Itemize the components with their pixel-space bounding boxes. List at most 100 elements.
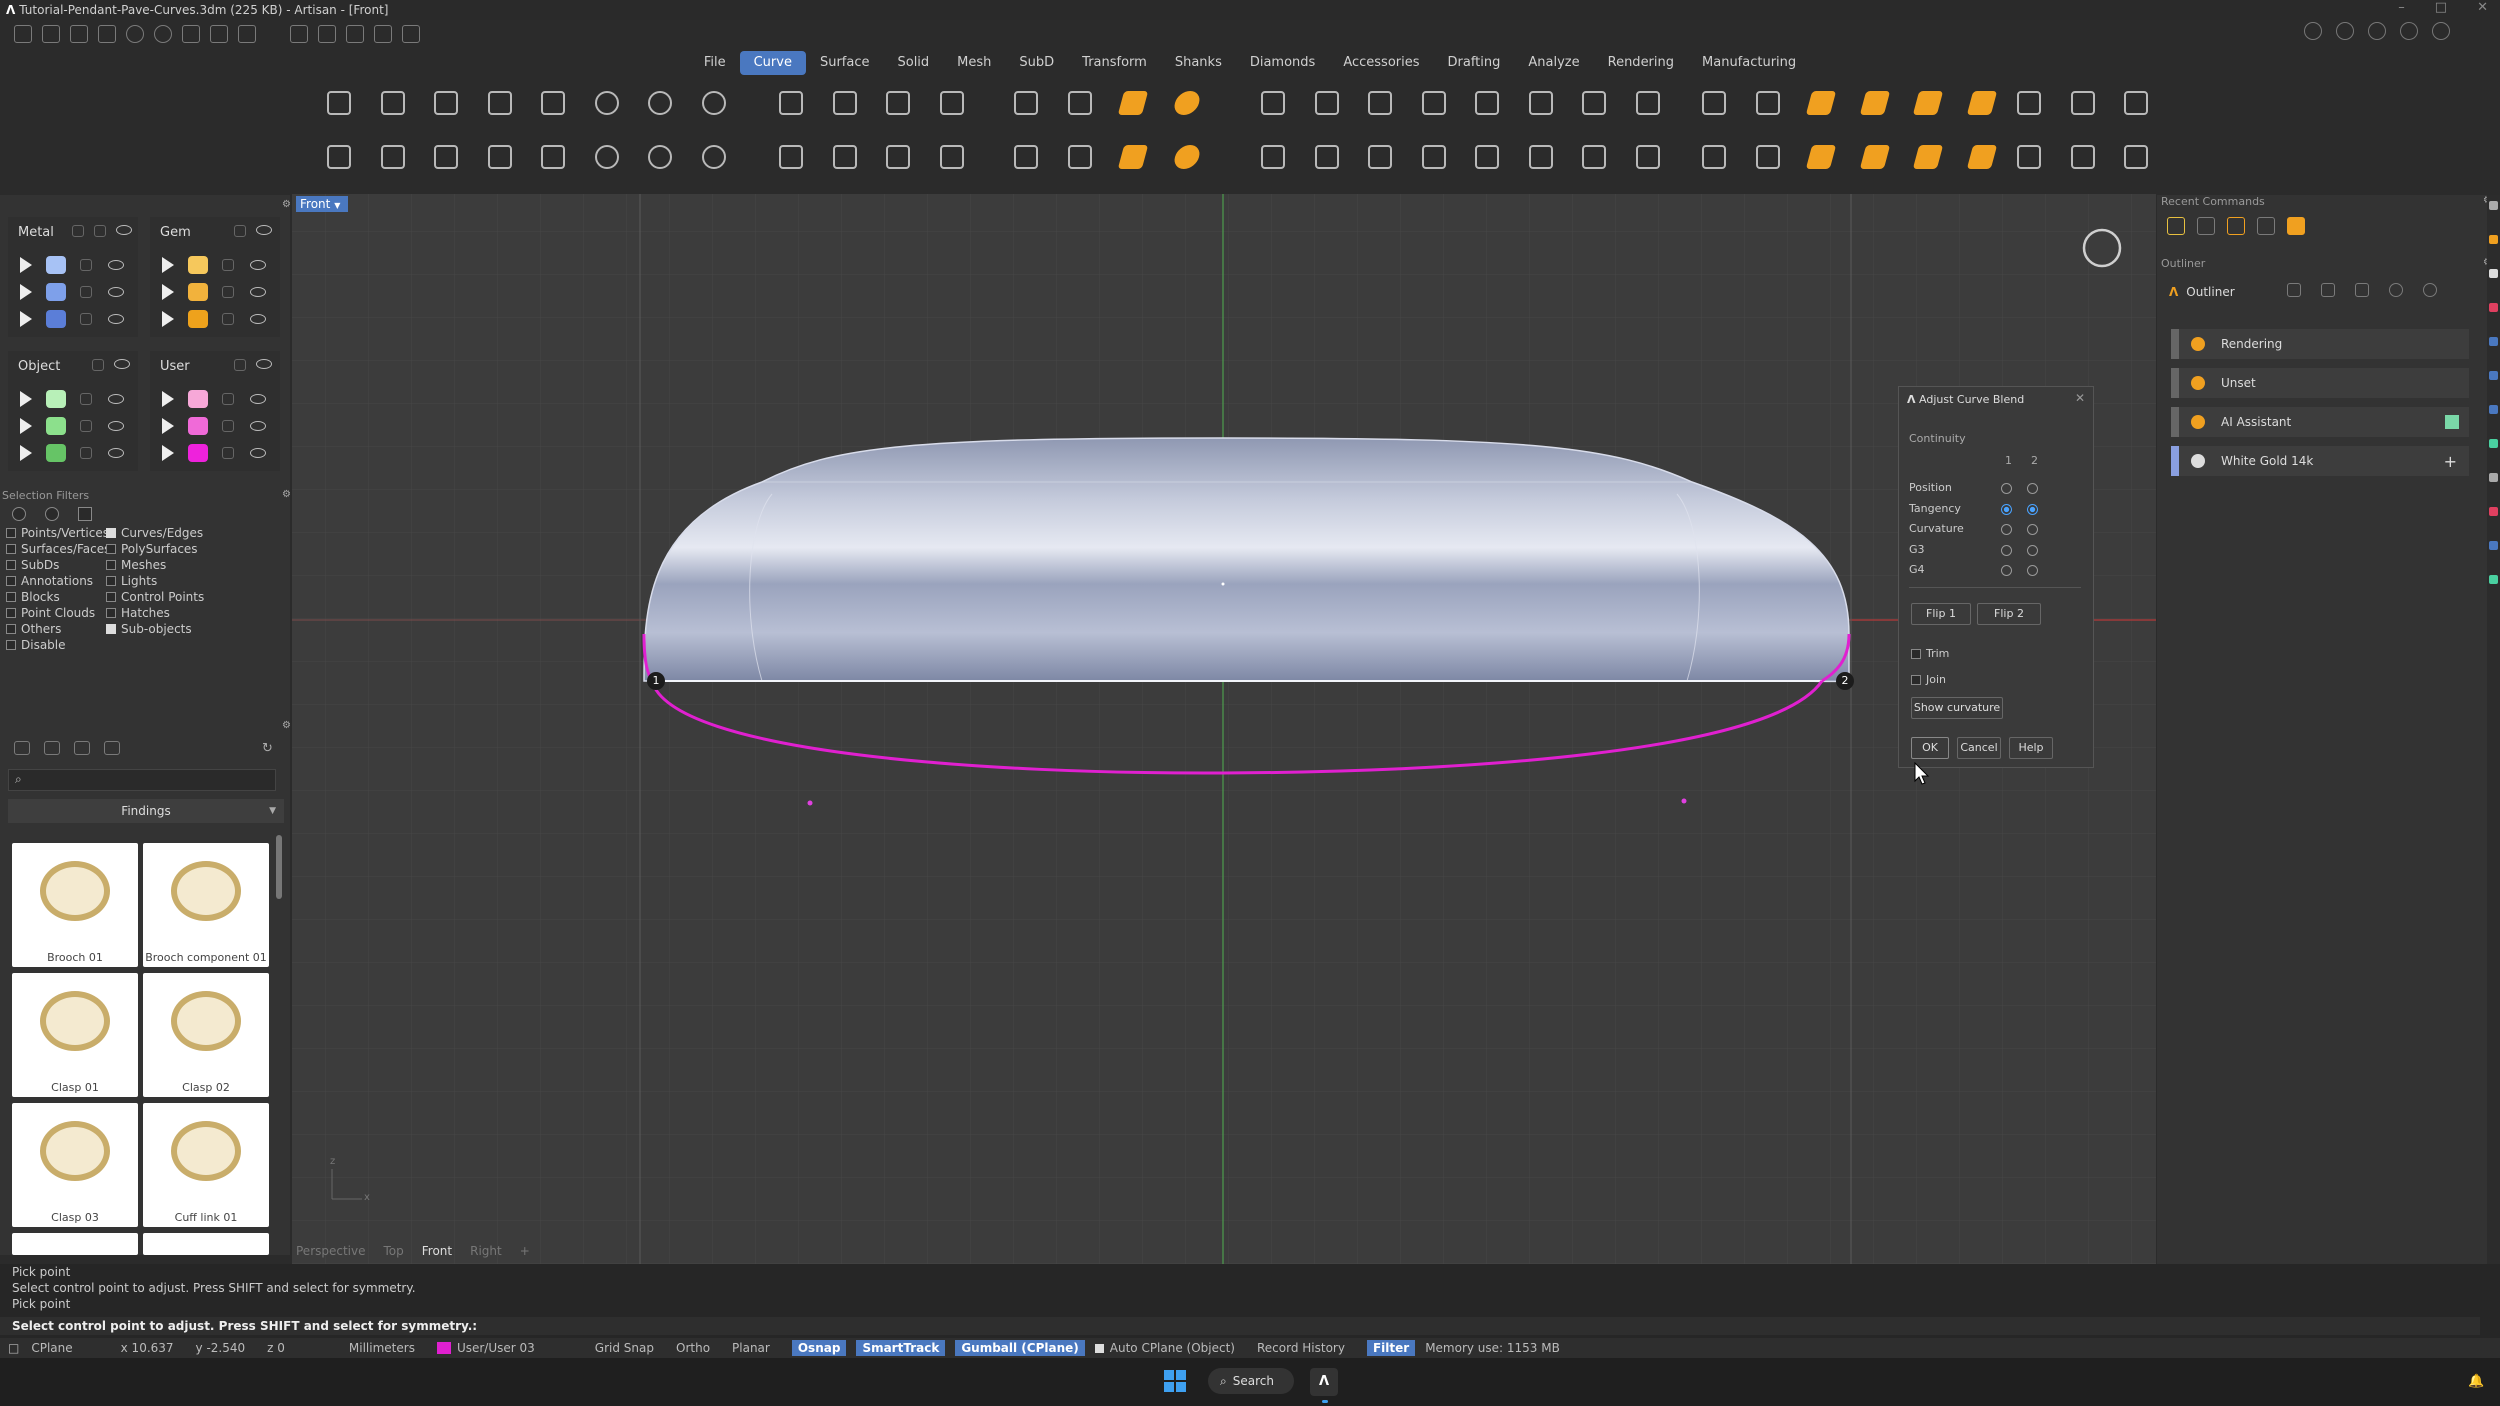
- lock-icon[interactable]: [222, 446, 234, 459]
- help-button[interactable]: Help: [2009, 737, 2053, 759]
- lock-icon[interactable]: [80, 285, 92, 298]
- layout-icon[interactable]: [2304, 22, 2322, 40]
- current-layer[interactable]: User/User 03: [436, 1341, 535, 1355]
- play-icon[interactable]: [20, 444, 32, 461]
- front-viewport[interactable]: 1 2 z x: [292, 194, 2156, 1264]
- offset-tool-button[interactable]: [1361, 84, 1399, 122]
- side-tool-icon[interactable]: [2489, 269, 2498, 278]
- recent-command-diamond-icon[interactable]: [2287, 217, 2305, 235]
- line-tool-button[interactable]: [374, 138, 412, 176]
- viewport-title-tab[interactable]: Front ▼: [296, 196, 348, 212]
- play-icon[interactable]: [162, 417, 174, 434]
- osnap-toggle[interactable]: Osnap: [791, 1340, 847, 1356]
- filter-pick-icon[interactable]: [78, 507, 92, 521]
- text-tool-button[interactable]: [879, 84, 917, 122]
- lock-icon[interactable]: [222, 312, 234, 325]
- visibility-icon[interactable]: [114, 359, 130, 369]
- finding-item[interactable]: Clasp 02: [143, 973, 269, 1097]
- visibility-icon[interactable]: [116, 225, 132, 235]
- lock-icon[interactable]: [80, 392, 92, 405]
- visibility-icon[interactable]: [250, 447, 266, 458]
- pendant-surface[interactable]: [643, 437, 1850, 683]
- menu-shanks[interactable]: Shanks: [1161, 51, 1236, 75]
- gem-a-tool-button[interactable]: [1802, 138, 1840, 176]
- outliner-row[interactable]: Rendering: [2171, 329, 2469, 359]
- menu-transform[interactable]: Transform: [1068, 51, 1161, 75]
- continuity-curvature-radio-2[interactable]: [2027, 524, 2038, 535]
- filter-polysurfaces[interactable]: PolySurfaces: [106, 541, 204, 557]
- circle-tool-button[interactable]: [588, 84, 626, 122]
- play-icon[interactable]: [162, 390, 174, 407]
- lock-icon[interactable]: [80, 312, 92, 325]
- layer-color-swatch[interactable]: [46, 416, 66, 435]
- gem-b-tool-button[interactable]: [1856, 84, 1894, 122]
- ring-tool-button[interactable]: [1695, 84, 1733, 122]
- lock-icon[interactable]: [234, 225, 246, 237]
- blend-tool-button[interactable]: [1308, 84, 1346, 122]
- control-point[interactable]: [1681, 798, 1687, 804]
- viewport-tab-add[interactable]: +: [520, 1244, 530, 1260]
- visibility-icon[interactable]: [108, 447, 124, 458]
- viewport-tab-front[interactable]: Front: [422, 1244, 452, 1260]
- grid-view-icon[interactable]: [104, 741, 120, 755]
- object-layer-row[interactable]: [20, 439, 124, 466]
- gem-c-tool-button[interactable]: [1909, 138, 1947, 176]
- layer-color-swatch[interactable]: [188, 255, 208, 274]
- visibility-icon[interactable]: [250, 286, 266, 297]
- side-tool-icon[interactable]: [2489, 405, 2498, 414]
- cycle-tool-button[interactable]: [2064, 84, 2102, 122]
- section-tool-button[interactable]: [1575, 138, 1613, 176]
- join-tool-button[interactable]: [1168, 138, 1206, 176]
- help-icon[interactable]: [2432, 22, 2450, 40]
- visibility-icon[interactable]: [108, 420, 124, 431]
- section-tool-button[interactable]: [1575, 84, 1613, 122]
- lock-icon[interactable]: [80, 419, 92, 432]
- offset-tool-button[interactable]: [1361, 138, 1399, 176]
- metal-layer-row[interactable]: [20, 305, 124, 332]
- side-tool-icon[interactable]: [2489, 303, 2498, 312]
- flip-1-button[interactable]: Flip 1: [1911, 603, 1971, 625]
- finding-item[interactable]: Clasp 01: [12, 973, 138, 1097]
- arc-tool-button[interactable]: [534, 138, 572, 176]
- brush-tool-button[interactable]: [2010, 84, 2048, 122]
- line-tool-button[interactable]: [374, 84, 412, 122]
- notification-icon[interactable]: 🔔: [2468, 1374, 2484, 1389]
- paste-icon[interactable]: [346, 25, 364, 43]
- finding-item[interactable]: [143, 1233, 269, 1255]
- menu-manufacturing[interactable]: Manufacturing: [1688, 51, 1810, 75]
- finding-item[interactable]: Cuff link 01: [143, 1103, 269, 1227]
- user-layer-row[interactable]: [162, 412, 266, 439]
- gem-c-tool-button[interactable]: [1909, 84, 1947, 122]
- control-point[interactable]: [807, 800, 813, 806]
- recent-command-ring-icon[interactable]: [2167, 217, 2185, 235]
- units[interactable]: Millimeters: [349, 1341, 415, 1355]
- polygon-tool-button[interactable]: [481, 138, 519, 176]
- visibility-icon[interactable]: [250, 420, 266, 431]
- filter-surfaces-faces[interactable]: Surfaces/Faces: [6, 541, 110, 557]
- side-tool-icon[interactable]: [2489, 337, 2498, 346]
- menu-accessories[interactable]: Accessories: [1329, 51, 1433, 75]
- lock-icon[interactable]: [222, 419, 234, 432]
- play-icon[interactable]: [162, 310, 174, 327]
- continuity-g3-radio-1[interactable]: [2001, 544, 2012, 556]
- redo-icon[interactable]: [154, 25, 172, 43]
- polygon-tool-button[interactable]: [481, 84, 519, 122]
- continuity-g4-radio-2[interactable]: [2027, 565, 2038, 576]
- brush-tool-button[interactable]: [2010, 138, 2048, 176]
- menu-solid[interactable]: Solid: [883, 51, 943, 75]
- cplane-label[interactable]: CPlane: [31, 1341, 72, 1355]
- new-file-icon[interactable]: [14, 25, 32, 43]
- ok-button[interactable]: OK: [1911, 737, 1949, 759]
- filter-annotations[interactable]: Annotations: [6, 573, 110, 589]
- recent-command-shield-icon[interactable]: [2257, 217, 2275, 235]
- pipe-tool-button[interactable]: [1629, 138, 1667, 176]
- findings-category-select[interactable]: Findings ▼: [8, 799, 284, 823]
- menu-file[interactable]: File: [690, 51, 740, 75]
- polyline-tool-button[interactable]: [427, 138, 465, 176]
- arc-tool-button[interactable]: [534, 84, 572, 122]
- visibility-icon[interactable]: [256, 359, 272, 369]
- planar-toggle[interactable]: Planar: [732, 1341, 770, 1355]
- filters-settings-icon[interactable]: ⚙: [282, 489, 291, 500]
- menu-rendering[interactable]: Rendering: [1594, 51, 1688, 75]
- filter-toggle[interactable]: Filter: [1366, 1340, 1416, 1356]
